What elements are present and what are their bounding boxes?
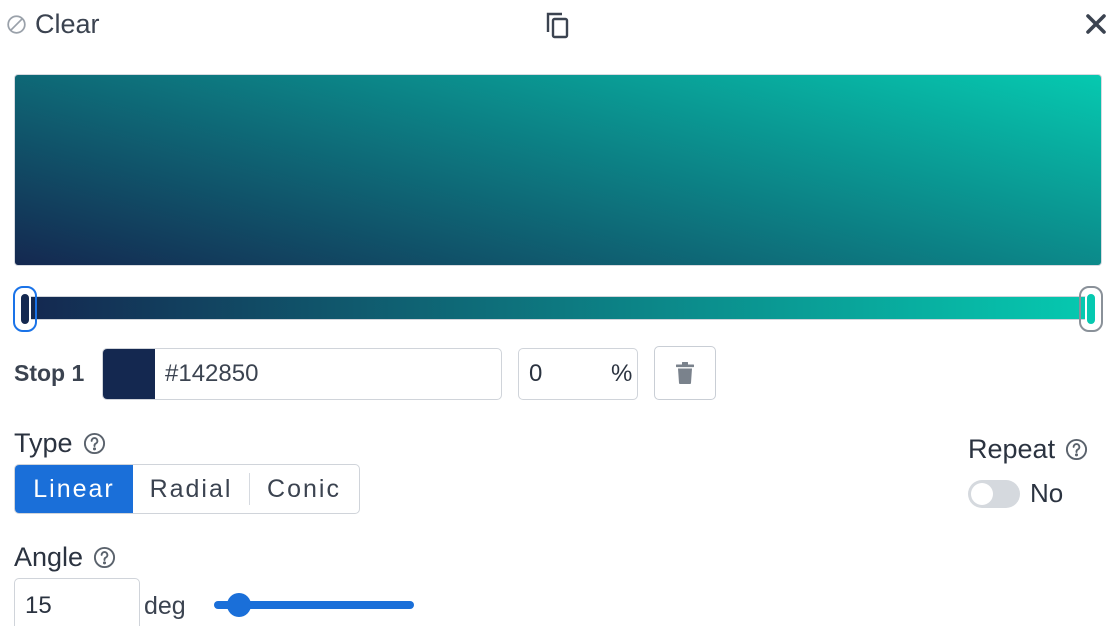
- help-circle-icon[interactable]: [1065, 438, 1088, 461]
- stop-position-input[interactable]: [519, 360, 599, 388]
- angle-slider-thumb[interactable]: [226, 593, 251, 617]
- gradient-stop-track[interactable]: [26, 296, 1092, 320]
- close-icon: [1086, 14, 1106, 34]
- copy-icon: [546, 12, 569, 39]
- gradient-type-selector: Linear Radial Conic: [14, 464, 360, 514]
- repeat-toggle[interactable]: [968, 480, 1020, 508]
- stop-color-field: [102, 348, 502, 400]
- angle-unit: deg: [144, 592, 186, 620]
- clear-button[interactable]: Clear: [6, 8, 100, 40]
- delete-stop-button[interactable]: [654, 346, 716, 400]
- close-button[interactable]: [1084, 12, 1108, 36]
- type-option-radial[interactable]: Radial: [133, 465, 249, 513]
- type-label: Type: [14, 428, 73, 458]
- repeat-label: Repeat: [968, 434, 1056, 464]
- angle-label: Angle: [14, 542, 84, 572]
- stop-label: Stop 1: [14, 360, 85, 386]
- gradient-stop-handle-2[interactable]: [1079, 286, 1103, 332]
- trash-icon: [676, 362, 694, 384]
- type-option-linear[interactable]: Linear: [15, 465, 133, 513]
- stop-hex-input[interactable]: [155, 349, 501, 399]
- stop-handle-1-color: [19, 292, 31, 326]
- copy-button[interactable]: [544, 10, 572, 40]
- stop-color-swatch[interactable]: [103, 349, 155, 399]
- toggle-knob: [971, 483, 993, 505]
- type-option-conic[interactable]: Conic: [249, 465, 359, 513]
- help-circle-icon[interactable]: [83, 432, 106, 455]
- clear-label: Clear: [35, 8, 100, 39]
- stop-position-unit: %: [611, 360, 633, 387]
- angle-heading: Angle: [14, 542, 116, 573]
- angle-input[interactable]: [14, 578, 140, 626]
- repeat-heading: Repeat: [968, 434, 1088, 465]
- gradient-preview: [14, 74, 1102, 266]
- stop-handle-2-color: [1085, 292, 1097, 326]
- help-circle-icon[interactable]: [93, 546, 116, 569]
- gradient-stop-handle-1[interactable]: [13, 286, 37, 332]
- type-heading: Type: [14, 428, 106, 459]
- ban-icon: [7, 14, 26, 34]
- gradient-picker: Clear Stop 1 % Type: [0, 0, 1118, 626]
- stop-position-field: %: [518, 348, 638, 400]
- repeat-state: No: [1030, 478, 1064, 508]
- angle-slider[interactable]: [214, 592, 414, 618]
